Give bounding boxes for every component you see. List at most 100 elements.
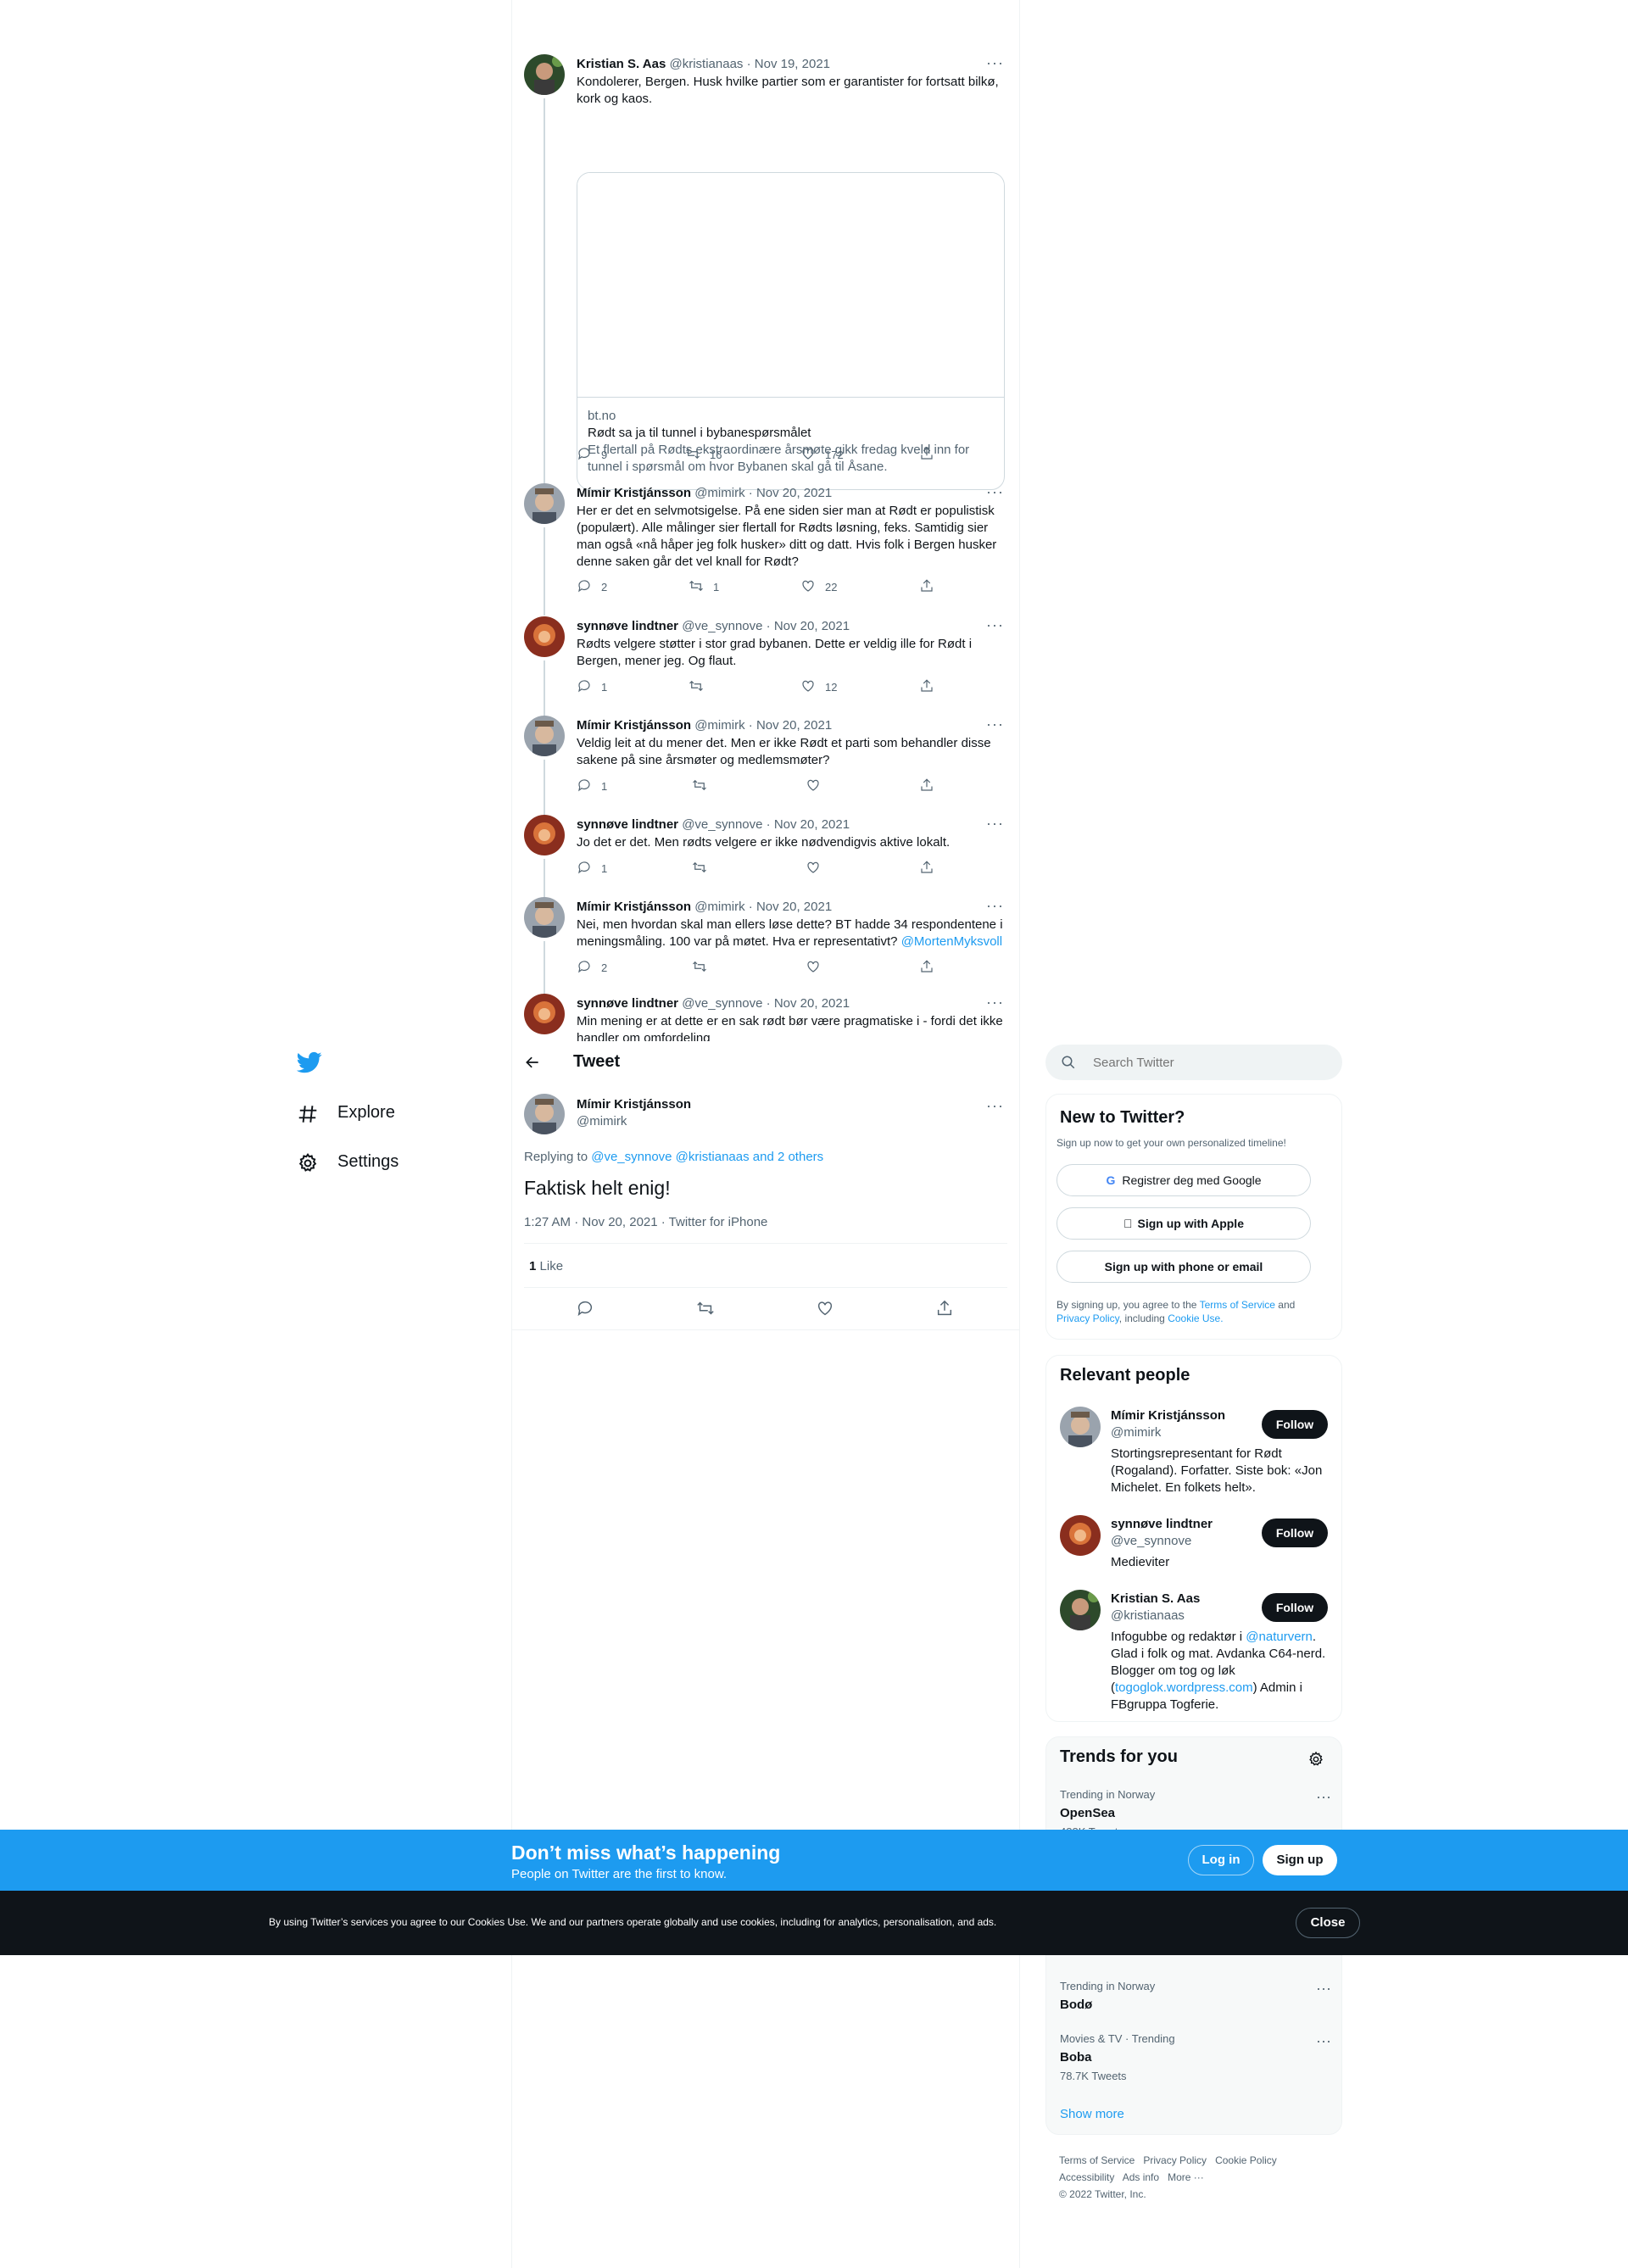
footer-privacy[interactable]: Privacy Policy [1143, 2154, 1207, 2166]
author-handle[interactable]: @mimirk [694, 900, 744, 914]
cookie-link[interactable]: Cookie Use. [1168, 1312, 1223, 1324]
like-icon[interactable] [806, 777, 821, 795]
cookie-close-button[interactable]: Close [1296, 1908, 1360, 1938]
follow-button[interactable]: Follow [1262, 1593, 1328, 1622]
reply-icon[interactable] [577, 446, 592, 464]
share-icon[interactable] [919, 678, 934, 696]
thread-tweet[interactable]: synnøve lindtner @ve_synnove · Nov 20, 2… [524, 616, 1007, 716]
footer-accessibility[interactable]: Accessibility [1059, 2171, 1114, 2183]
like-icon[interactable] [800, 446, 816, 464]
bio-mention-link[interactable]: @naturvern [1246, 1630, 1313, 1644]
reply-icon[interactable] [577, 578, 592, 596]
author-handle[interactable]: @mimirk [694, 718, 744, 733]
share-icon[interactable] [919, 860, 934, 878]
author-handle[interactable]: @ve_synnove [682, 817, 762, 832]
avatar[interactable] [524, 897, 565, 938]
google-signup-button[interactable]: G Registrer deg med Google [1057, 1164, 1311, 1196]
retweet-icon[interactable] [689, 578, 704, 596]
tweet-date[interactable]: Nov 19, 2021 [755, 57, 830, 71]
more-icon[interactable]: ··· [1316, 1788, 1331, 1806]
author-name[interactable]: Kristian S. Aas [577, 57, 666, 71]
author-handle[interactable]: @mimirk [694, 486, 744, 500]
avatar[interactable] [1060, 1407, 1101, 1447]
login-button[interactable]: Log in [1188, 1845, 1254, 1875]
person-handle[interactable]: @mimirk [1111, 1425, 1161, 1440]
footer-terms[interactable]: Terms of Service [1059, 2154, 1135, 2166]
like-icon[interactable] [816, 1299, 834, 1322]
twitter-logo-icon[interactable] [297, 1050, 322, 1075]
reply-icon[interactable] [577, 678, 592, 696]
tweet-date[interactable]: Nov 20, 2021 [774, 996, 850, 1011]
more-icon[interactable]: ··· [986, 994, 1004, 1011]
share-icon[interactable] [919, 578, 934, 596]
tweet-date[interactable]: Nov 20, 2021 [756, 486, 832, 500]
thread-tweet[interactable]: Mímir Kristjánsson @mimirk · Nov 20, 202… [524, 897, 1007, 997]
avatar[interactable] [524, 616, 565, 657]
retweet-icon[interactable] [689, 678, 704, 696]
tweet-date[interactable]: Nov 20, 2021 [756, 718, 832, 733]
retweet-icon[interactable] [692, 777, 707, 795]
avatar[interactable] [524, 54, 565, 95]
like-icon[interactable] [806, 959, 821, 977]
trend-item[interactable]: Movies & TV · Trending Boba 78.7K Tweets… [1060, 2032, 1331, 2082]
thread-tweet[interactable]: Mímir Kristjánsson @mimirk · Nov 20, 202… [524, 483, 1007, 616]
mention-link[interactable]: @MortenMyksvoll [901, 934, 1002, 949]
avatar[interactable] [1060, 1590, 1101, 1630]
author-name[interactable]: Mímir Kristjánsson [577, 718, 691, 733]
share-icon[interactable] [919, 777, 934, 795]
author-name[interactable]: Mímir Kristjánsson [577, 486, 691, 500]
author-name[interactable]: synnøve lindtner [577, 996, 678, 1011]
person-handle[interactable]: @ve_synnove [1111, 1534, 1191, 1548]
avatar[interactable] [524, 716, 565, 756]
more-icon[interactable]: ··· [986, 1097, 1004, 1115]
thread-tweet[interactable]: Kristian S. Aas @kristianaas · Nov 19, 2… [524, 54, 1007, 514]
retweet-icon[interactable] [692, 860, 707, 878]
author-name[interactable]: synnøve lindtner [577, 817, 678, 832]
retweet-icon[interactable] [685, 446, 700, 464]
show-more-link[interactable]: Show more [1060, 2107, 1124, 2121]
author-handle[interactable]: @kristianaas [670, 57, 744, 71]
privacy-link[interactable]: Privacy Policy [1057, 1312, 1119, 1324]
likes-stat[interactable]: 1 Like [529, 1259, 563, 1273]
author-name[interactable]: Mímir Kristjánsson [577, 900, 691, 914]
reply-icon[interactable] [577, 777, 592, 795]
like-icon[interactable] [800, 578, 816, 596]
person-name[interactable]: synnøve lindtner [1111, 1517, 1213, 1531]
signup-button[interactable]: Sign up [1263, 1845, 1337, 1875]
tweet-date[interactable]: Nov 20, 2021 [756, 900, 832, 914]
terms-link[interactable]: Terms of Service [1200, 1299, 1275, 1311]
footer-ads[interactable]: Ads info [1123, 2171, 1159, 2183]
reply-icon[interactable] [577, 860, 592, 878]
author-handle[interactable]: @ve_synnove [682, 619, 762, 633]
author-handle[interactable]: @ve_synnove [682, 996, 762, 1011]
avatar[interactable] [524, 994, 565, 1034]
retweet-icon[interactable] [692, 959, 707, 977]
share-icon[interactable] [919, 446, 934, 464]
replying-to-link[interactable]: @ve_synnove @kristianaas and 2 others [591, 1150, 823, 1164]
more-icon[interactable]: ··· [986, 483, 1004, 501]
person-name[interactable]: Mímir Kristjánsson [1111, 1408, 1225, 1423]
follow-button[interactable]: Follow [1262, 1519, 1328, 1547]
reply-icon[interactable] [576, 1299, 594, 1322]
person-name[interactable]: Kristian S. Aas [1111, 1591, 1200, 1606]
avatar[interactable] [524, 815, 565, 855]
avatar[interactable] [1060, 1515, 1101, 1556]
more-icon[interactable]: ··· [986, 716, 1004, 733]
phone-signup-button[interactable]: Sign up with phone or email [1057, 1251, 1311, 1283]
thread-tweet[interactable]: Mímir Kristjánsson @mimirk · Nov 20, 202… [524, 716, 1007, 816]
more-icon[interactable]: ··· [986, 616, 1004, 634]
tweet-date[interactable]: Nov 20, 2021 [774, 619, 850, 633]
follow-button[interactable]: Follow [1262, 1410, 1328, 1439]
more-icon[interactable]: ··· [1316, 2032, 1331, 2050]
like-icon[interactable] [806, 860, 821, 878]
search-box[interactable] [1045, 1045, 1342, 1080]
reply-icon[interactable] [577, 959, 592, 977]
footer-cookie[interactable]: Cookie Policy [1215, 2154, 1277, 2166]
author-name[interactable]: Mímir Kristjánsson [577, 1097, 691, 1112]
apple-signup-button[interactable]: Sign up with Apple [1057, 1207, 1311, 1240]
tweet-date[interactable]: Nov 20, 2021 [774, 817, 850, 832]
avatar[interactable] [524, 483, 565, 524]
footer-more[interactable]: More ··· [1168, 2171, 1204, 2183]
gear-icon[interactable] [1307, 1751, 1324, 1768]
link-card[interactable]: bt.no Rødt sa ja til tunnel i bybanespør… [577, 172, 1005, 490]
